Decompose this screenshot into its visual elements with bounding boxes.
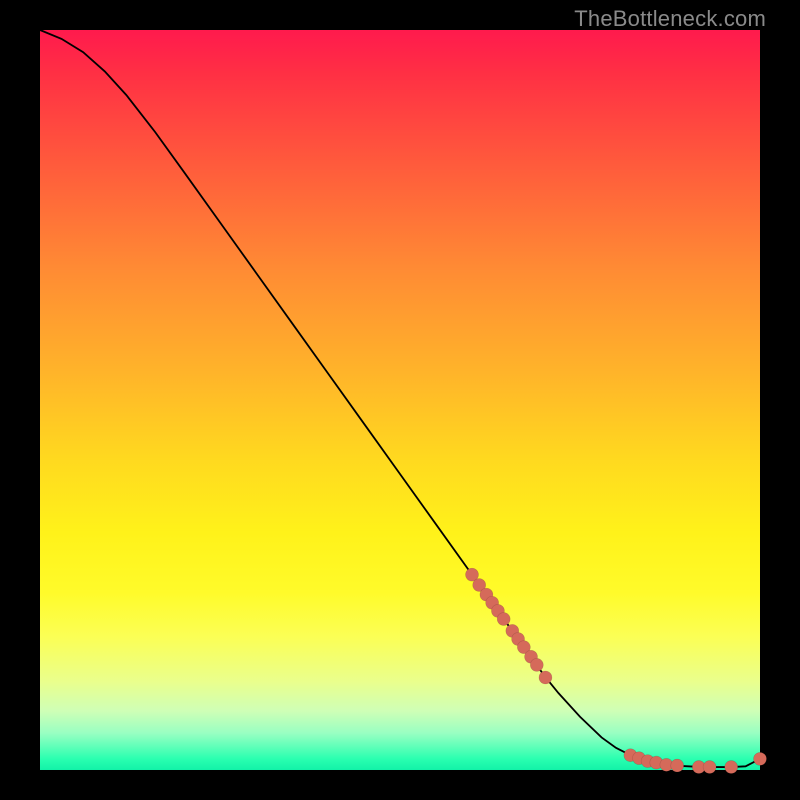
- data-point: [530, 658, 543, 671]
- figure-root: TheBottleneck.com: [0, 0, 800, 800]
- data-point: [725, 761, 738, 774]
- chart-svg: [40, 30, 760, 770]
- data-point: [539, 671, 552, 684]
- data-points-group: [466, 568, 767, 773]
- bottleneck-curve: [40, 30, 760, 767]
- data-point: [703, 761, 716, 774]
- data-point: [671, 759, 684, 772]
- plot-area: [40, 30, 760, 770]
- watermark-text: TheBottleneck.com: [574, 6, 766, 32]
- data-point: [497, 613, 510, 626]
- data-point: [754, 752, 767, 765]
